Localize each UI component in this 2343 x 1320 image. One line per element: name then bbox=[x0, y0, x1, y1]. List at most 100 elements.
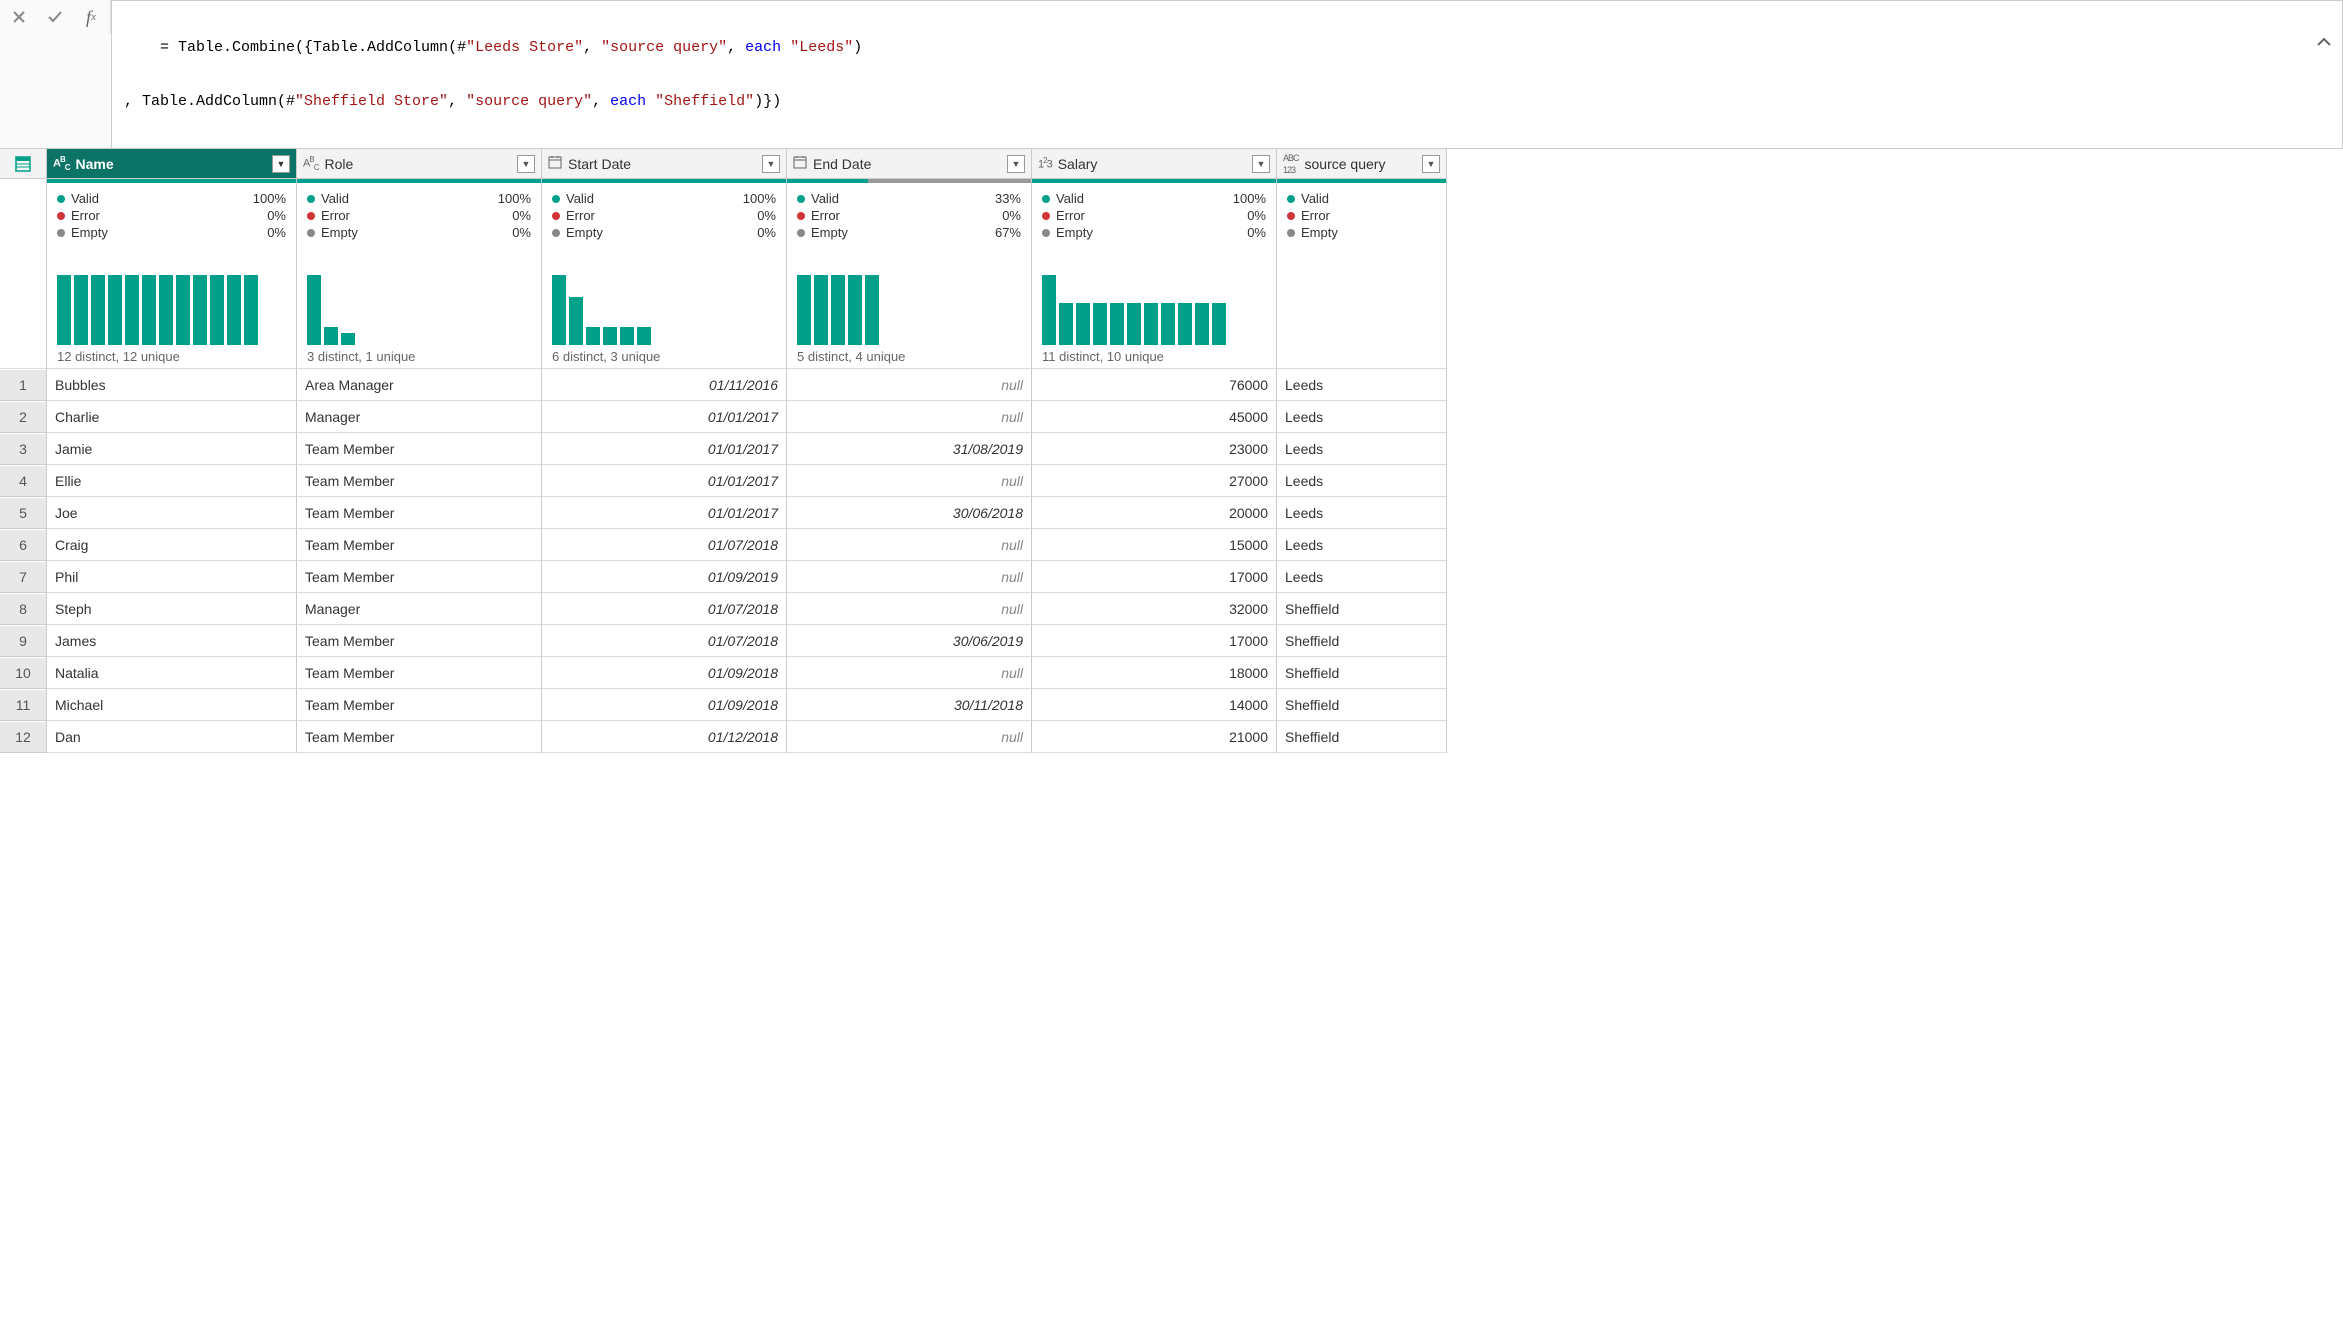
cell[interactable]: Joe bbox=[47, 497, 296, 529]
commit-formula-button[interactable] bbox=[44, 6, 66, 28]
cancel-formula-button[interactable] bbox=[8, 6, 30, 28]
cell[interactable]: null bbox=[787, 529, 1031, 561]
cell[interactable]: Leeds bbox=[1277, 529, 1446, 561]
cell[interactable]: Ellie bbox=[47, 465, 296, 497]
cell[interactable]: Leeds bbox=[1277, 465, 1446, 497]
cell[interactable]: Jamie bbox=[47, 433, 296, 465]
row-number[interactable]: 11 bbox=[0, 689, 46, 721]
cell[interactable]: 45000 bbox=[1032, 401, 1276, 433]
cell[interactable]: Natalia bbox=[47, 657, 296, 689]
cell[interactable]: Manager bbox=[297, 401, 541, 433]
column-header[interactable]: 123Salary▼ bbox=[1032, 149, 1276, 179]
type-icon[interactable]: 123 bbox=[1038, 156, 1052, 171]
cell[interactable]: Leeds bbox=[1277, 369, 1446, 401]
cell[interactable]: Team Member bbox=[297, 561, 541, 593]
row-number[interactable]: 5 bbox=[0, 497, 46, 529]
cell[interactable]: 01/07/2018 bbox=[542, 529, 786, 561]
cell[interactable]: Area Manager bbox=[297, 369, 541, 401]
collapse-formula-button[interactable] bbox=[2266, 7, 2332, 83]
cell[interactable]: Sheffield bbox=[1277, 689, 1446, 721]
cell[interactable]: Sheffield bbox=[1277, 625, 1446, 657]
cell[interactable]: 17000 bbox=[1032, 625, 1276, 657]
cell[interactable]: Team Member bbox=[297, 497, 541, 529]
cell[interactable]: Dan bbox=[47, 721, 296, 753]
cell[interactable]: Sheffield bbox=[1277, 593, 1446, 625]
cell[interactable]: 23000 bbox=[1032, 433, 1276, 465]
column-filter-dropdown[interactable]: ▼ bbox=[1422, 155, 1440, 173]
cell[interactable]: Team Member bbox=[297, 657, 541, 689]
column-filter-dropdown[interactable]: ▼ bbox=[272, 155, 290, 173]
cell[interactable]: 31/08/2019 bbox=[787, 433, 1031, 465]
cell[interactable]: Team Member bbox=[297, 433, 541, 465]
cell[interactable]: 20000 bbox=[1032, 497, 1276, 529]
cell[interactable]: 18000 bbox=[1032, 657, 1276, 689]
type-icon[interactable] bbox=[793, 155, 807, 172]
row-number[interactable]: 7 bbox=[0, 561, 46, 593]
cell[interactable]: Team Member bbox=[297, 529, 541, 561]
cell[interactable]: Sheffield bbox=[1277, 657, 1446, 689]
row-number[interactable]: 12 bbox=[0, 721, 46, 753]
type-icon[interactable]: ABC bbox=[303, 155, 318, 172]
row-number[interactable]: 6 bbox=[0, 529, 46, 561]
cell[interactable]: 01/09/2018 bbox=[542, 657, 786, 689]
row-number[interactable]: 3 bbox=[0, 433, 46, 465]
cell[interactable]: null bbox=[787, 369, 1031, 401]
column-filter-dropdown[interactable]: ▼ bbox=[517, 155, 535, 173]
table-corner-icon[interactable] bbox=[0, 149, 46, 179]
cell[interactable]: Leeds bbox=[1277, 433, 1446, 465]
type-icon[interactable]: ABC123 bbox=[1283, 152, 1299, 176]
row-number[interactable]: 10 bbox=[0, 657, 46, 689]
row-number[interactable]: 4 bbox=[0, 465, 46, 497]
cell[interactable]: 21000 bbox=[1032, 721, 1276, 753]
cell[interactable]: Sheffield bbox=[1277, 721, 1446, 753]
column-filter-dropdown[interactable]: ▼ bbox=[1252, 155, 1270, 173]
column-header[interactable]: ABCRole▼ bbox=[297, 149, 541, 179]
cell[interactable]: null bbox=[787, 593, 1031, 625]
cell[interactable]: 30/06/2018 bbox=[787, 497, 1031, 529]
column-header[interactable]: End Date▼ bbox=[787, 149, 1031, 179]
column-filter-dropdown[interactable]: ▼ bbox=[1007, 155, 1025, 173]
cell[interactable]: Team Member bbox=[297, 625, 541, 657]
cell[interactable]: James bbox=[47, 625, 296, 657]
cell[interactable]: null bbox=[787, 561, 1031, 593]
cell[interactable]: Michael bbox=[47, 689, 296, 721]
row-number[interactable]: 9 bbox=[0, 625, 46, 657]
cell[interactable]: Leeds bbox=[1277, 401, 1446, 433]
cell[interactable]: Leeds bbox=[1277, 561, 1446, 593]
cell[interactable]: 01/09/2018 bbox=[542, 689, 786, 721]
type-icon[interactable]: ABC bbox=[53, 155, 70, 172]
cell[interactable]: Manager bbox=[297, 593, 541, 625]
row-number[interactable]: 1 bbox=[0, 369, 46, 401]
cell[interactable]: 01/01/2017 bbox=[542, 497, 786, 529]
cell[interactable]: Craig bbox=[47, 529, 296, 561]
cell[interactable]: Phil bbox=[47, 561, 296, 593]
cell[interactable]: 27000 bbox=[1032, 465, 1276, 497]
cell[interactable]: 01/01/2017 bbox=[542, 401, 786, 433]
column-filter-dropdown[interactable]: ▼ bbox=[762, 155, 780, 173]
cell[interactable]: 01/07/2018 bbox=[542, 593, 786, 625]
cell[interactable]: 30/06/2019 bbox=[787, 625, 1031, 657]
cell[interactable]: Team Member bbox=[297, 689, 541, 721]
cell[interactable]: Bubbles bbox=[47, 369, 296, 401]
cell[interactable]: Team Member bbox=[297, 465, 541, 497]
cell[interactable]: 01/01/2017 bbox=[542, 433, 786, 465]
cell[interactable]: 01/07/2018 bbox=[542, 625, 786, 657]
column-header[interactable]: Start Date▼ bbox=[542, 149, 786, 179]
cell[interactable]: 76000 bbox=[1032, 369, 1276, 401]
cell[interactable]: Charlie bbox=[47, 401, 296, 433]
cell[interactable]: 32000 bbox=[1032, 593, 1276, 625]
cell[interactable]: 01/11/2016 bbox=[542, 369, 786, 401]
cell[interactable]: null bbox=[787, 721, 1031, 753]
row-number[interactable]: 8 bbox=[0, 593, 46, 625]
cell[interactable]: 01/12/2018 bbox=[542, 721, 786, 753]
cell[interactable]: Steph bbox=[47, 593, 296, 625]
type-icon[interactable] bbox=[548, 155, 562, 172]
cell[interactable]: 01/01/2017 bbox=[542, 465, 786, 497]
column-header[interactable]: ABCName▼ bbox=[47, 149, 296, 179]
cell[interactable]: null bbox=[787, 657, 1031, 689]
column-header[interactable]: ABC123source query▼ bbox=[1277, 149, 1446, 179]
cell[interactable]: 15000 bbox=[1032, 529, 1276, 561]
cell[interactable]: Leeds bbox=[1277, 497, 1446, 529]
cell[interactable]: 30/11/2018 bbox=[787, 689, 1031, 721]
cell[interactable]: 01/09/2019 bbox=[542, 561, 786, 593]
